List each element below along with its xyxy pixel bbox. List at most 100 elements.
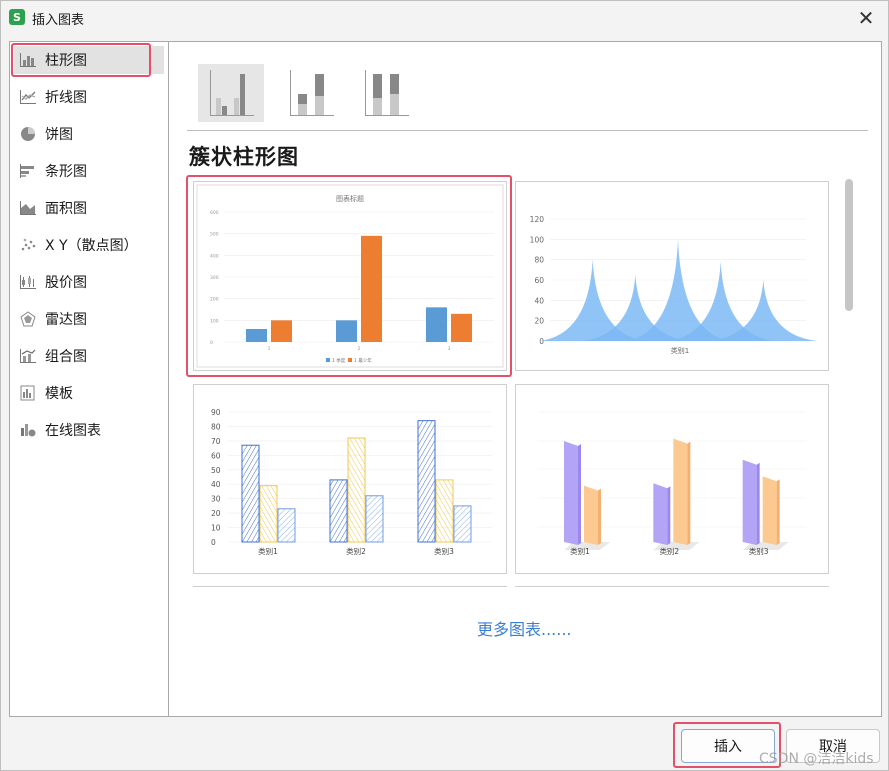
sidebar-item-pie[interactable]: 饼图 — [14, 120, 164, 148]
sidebar-item-line[interactable]: 折线图 — [14, 83, 164, 111]
sidebar-item-label: 股价图 — [45, 275, 87, 291]
bar — [241, 444, 260, 543]
bar-side — [598, 488, 601, 545]
y-tick-label: 80 — [534, 256, 544, 265]
bar — [673, 438, 688, 545]
area-chart-icon — [19, 200, 37, 216]
thumbnail-selection-highlight — [186, 175, 512, 377]
y-tick-label: 30 — [211, 495, 221, 504]
sidebar-selection-highlight — [11, 43, 151, 77]
section-title: 簇状柱形图 — [189, 145, 299, 169]
subtype-percent-stacked-column[interactable] — [353, 64, 419, 122]
sidebar-item-radar[interactable]: 雷达图 — [14, 305, 164, 333]
close-button[interactable]: ✕ — [854, 6, 878, 30]
sidebar-item-online[interactable]: 在线图表 — [14, 416, 164, 444]
bar — [762, 476, 777, 545]
line-chart-icon — [19, 89, 37, 105]
close-icon: ✕ — [857, 6, 875, 30]
bar-side — [667, 486, 671, 545]
bar-side — [776, 479, 780, 545]
clustered-column-icon — [210, 70, 254, 116]
bar — [365, 495, 384, 543]
pie-chart-icon — [19, 126, 37, 142]
bar — [417, 420, 436, 543]
thumbnail-row-divider — [193, 586, 507, 587]
sidebar-item-horizontal-bar[interactable]: 条形图 — [14, 157, 164, 185]
stock-chart-icon — [19, 274, 37, 290]
sidebar-item-scatter[interactable]: X Y（散点图） — [14, 231, 164, 259]
bar — [259, 485, 278, 543]
stacked-column-icon — [290, 70, 334, 116]
y-tick-label: 80 — [211, 422, 221, 431]
thumbnail-row-divider — [515, 586, 829, 587]
more-charts-link[interactable]: 更多图表...... — [477, 616, 572, 640]
x-tick-label: 类别1 — [570, 546, 590, 556]
x-tick-label: 类别3 — [749, 546, 769, 556]
chart-sketch-column: 90 80 70 60 50 40 30 20 10 0 类别1 类别2 类别3 — [211, 408, 492, 556]
sidebar-item-label: 折线图 — [45, 90, 87, 106]
y-tick-label: 120 — [530, 215, 545, 224]
x-tick-label: 类别1 — [258, 546, 278, 556]
bar-side — [687, 441, 691, 545]
x-tick-label: 类别3 — [434, 546, 454, 556]
chart-area-spikes: 120 100 80 60 40 20 0 类别1 — [530, 215, 817, 355]
dialog-title: 插入图表 — [32, 13, 85, 28]
chart-thumbnail-3d[interactable]: 类别1 类别2 类别3 — [515, 384, 829, 574]
x-tick-label: 类别2 — [346, 546, 366, 556]
sidebar-item-label: 饼图 — [45, 127, 73, 143]
sidebar-item-label: 在线图表 — [45, 423, 101, 439]
y-tick-label: 10 — [211, 524, 221, 533]
chart-type-sidebar: 柱形图 折线图 饼图 条形图 面积图 X Y（散点图） 股价图 雷达图 组合图 … — [9, 41, 169, 717]
bar — [435, 479, 454, 543]
sidebar-item-label: 雷达图 — [45, 312, 87, 328]
y-tick-label: 90 — [211, 408, 221, 417]
x-tick-label: 类别2 — [659, 546, 679, 556]
y-tick-label: 100 — [530, 235, 545, 244]
scatter-chart-icon — [19, 237, 37, 253]
bar — [277, 508, 296, 543]
y-tick-label: 20 — [534, 317, 544, 326]
bar — [453, 505, 472, 543]
category-label: 类别1 — [671, 346, 689, 355]
chart-thumbnail-sketch[interactable]: 90 80 70 60 50 40 30 20 10 0 类别1 类别2 类别3 — [193, 384, 507, 574]
y-tick-label: 0 — [211, 538, 216, 547]
divider — [187, 130, 868, 131]
subtype-clustered-column[interactable] — [198, 64, 264, 122]
sidebar-item-label: 条形图 — [45, 164, 87, 180]
y-tick-label: 20 — [211, 509, 221, 518]
template-icon — [19, 385, 37, 401]
chart-3d-column: 类别1 类别2 类别3 — [538, 411, 806, 556]
horizontal-bar-chart-icon — [19, 163, 37, 179]
y-tick-label: 40 — [534, 296, 544, 305]
sidebar-item-stock[interactable]: 股价图 — [14, 268, 164, 296]
sidebar-item-label: 组合图 — [45, 349, 87, 365]
online-chart-icon — [19, 422, 37, 438]
sidebar-item-label: 面积图 — [45, 201, 87, 217]
y-tick-label: 60 — [534, 276, 544, 285]
title-bar: S 插入图表 ✕ — [1, 1, 888, 35]
bar — [347, 437, 366, 543]
radar-chart-icon — [19, 311, 37, 327]
bar-side — [578, 443, 581, 545]
y-tick-label: 70 — [211, 437, 221, 446]
bar — [329, 479, 348, 543]
y-tick-label: 60 — [211, 451, 221, 460]
app-icon: S — [9, 9, 25, 25]
y-tick-label: 40 — [211, 480, 221, 489]
watermark: CSDN @洁洁kids — [759, 751, 874, 767]
chart-preview-panel: 簇状柱形图 图表标题 600 500 400 300 200 100 0 1 2 3 1 季度 1… — [168, 41, 882, 717]
insert-chart-dialog: S 插入图表 ✕ 柱形图 折线图 饼图 条形图 面积图 X Y（散点图） 股价图… — [0, 0, 889, 771]
bar — [584, 485, 598, 545]
combo-chart-icon — [19, 348, 37, 364]
subtype-stacked-column[interactable] — [278, 64, 344, 122]
bar — [653, 483, 668, 545]
chart-thumbnail-area-spikes[interactable]: 120 100 80 60 40 20 0 类别1 — [515, 181, 829, 371]
y-tick-label: 0 — [539, 337, 544, 346]
sidebar-item-area[interactable]: 面积图 — [14, 194, 164, 222]
vertical-scrollbar[interactable] — [845, 179, 853, 311]
sidebar-item-label: X Y（散点图） — [45, 238, 138, 254]
percent-stacked-column-icon — [365, 70, 409, 116]
sidebar-item-template[interactable]: 模板 — [14, 379, 164, 407]
sidebar-item-combo[interactable]: 组合图 — [14, 342, 164, 370]
y-tick-label: 50 — [211, 466, 221, 475]
